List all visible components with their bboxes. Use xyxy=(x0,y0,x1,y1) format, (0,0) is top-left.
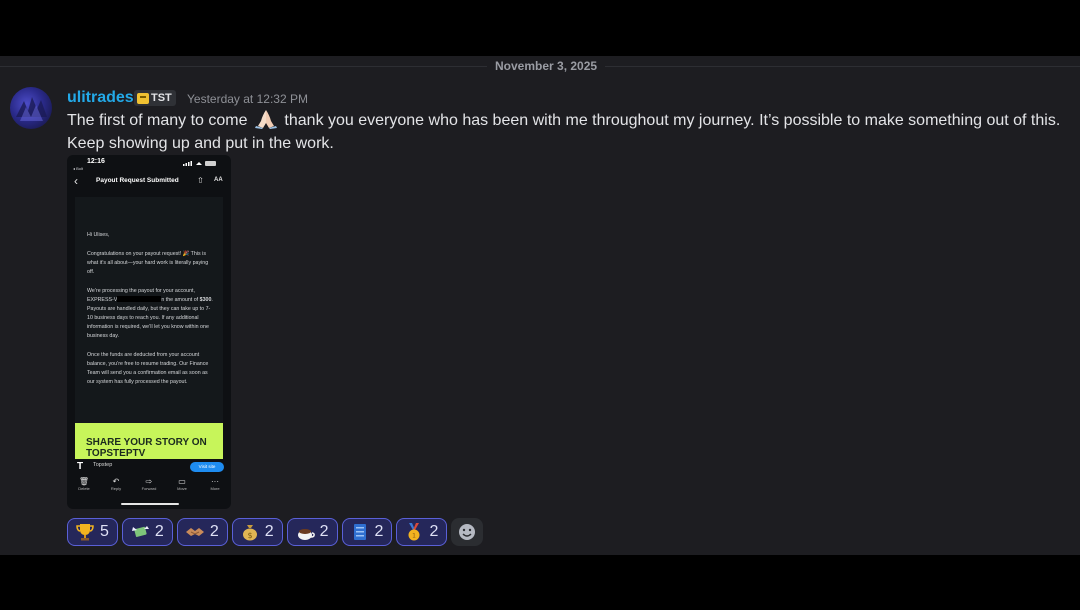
reaction-count: 2 xyxy=(209,523,219,540)
smiley-icon xyxy=(459,524,476,540)
folder-icon: ▭ xyxy=(178,477,186,486)
mail-para3: Once the funds are deducted from your ac… xyxy=(87,352,209,385)
visit-site-button[interactable]: Visit site xyxy=(190,462,224,472)
tag-icon xyxy=(137,92,149,104)
message-content: The first of many to come thank you ever… xyxy=(67,109,1067,155)
sender-name: Topstep xyxy=(93,462,113,468)
reply-tool[interactable]: ↶ Reply xyxy=(103,477,129,492)
reaction-count: 2 xyxy=(429,523,439,540)
back-chevron-icon[interactable]: ‹ xyxy=(74,175,78,187)
reaction-money-with-wings[interactable]: 2 xyxy=(121,518,173,546)
mail-text: Hi Ulises, Congratulations on your payou… xyxy=(87,231,215,397)
delete-label: Delete xyxy=(78,486,90,491)
para2-end: . Payouts are handled daily, but they ca… xyxy=(87,297,213,339)
reaction-blue-book[interactable]: 2 xyxy=(341,518,393,546)
tag-label: TST xyxy=(151,92,172,104)
blue-book-icon xyxy=(353,524,366,540)
reaction-gold-medal[interactable]: 1 2 xyxy=(396,518,448,546)
sender-bar: T Topstep Visit site xyxy=(67,459,231,473)
chat-panel: November 3, 2025 ulitrades TST Yesterday… xyxy=(0,56,1080,555)
reaction-count: 5 xyxy=(100,523,109,540)
status-icons xyxy=(183,161,216,166)
money-with-wings-icon xyxy=(131,526,149,537)
trophy-icon xyxy=(76,524,94,541)
share-icon[interactable]: ⇧ xyxy=(197,176,204,185)
hot-beverage-icon xyxy=(297,529,315,540)
avatar[interactable] xyxy=(10,87,52,129)
reaction-trophy[interactable]: 5 xyxy=(67,518,118,546)
move-tool[interactable]: ▭ Move xyxy=(169,477,195,492)
reply-icon: ↶ xyxy=(112,477,120,486)
delete-tool[interactable]: 🗑 Delete xyxy=(71,477,97,492)
reaction-count: 2 xyxy=(374,523,384,540)
gold-medal-icon: 1 xyxy=(408,523,420,541)
image-attachment[interactable]: 12:16 ◂ Bolt ‹ Payout Request Submitted … xyxy=(67,155,231,509)
redaction-block xyxy=(117,296,162,302)
message-timestamp[interactable]: Yesterday at 12:32 PM xyxy=(187,92,308,106)
mail-toolbar: 🗑 Delete ↶ Reply ⇨ Forward ▭ Move ··· More xyxy=(67,477,231,497)
home-indicator xyxy=(121,503,179,505)
more-label: More xyxy=(210,486,220,491)
reaction-count: 2 xyxy=(264,523,274,540)
username[interactable]: ulitrades xyxy=(67,89,134,107)
server-tag[interactable]: TST xyxy=(134,90,176,106)
promo-banner: SHARE YOUR STORY ON TOPSTEPTV xyxy=(75,423,223,463)
move-label: Move xyxy=(177,486,187,491)
reaction-count: 2 xyxy=(319,523,329,540)
svg-text:1: 1 xyxy=(413,533,417,540)
reaction-money-bag[interactable]: $ 2 xyxy=(231,518,283,546)
add-reaction-button[interactable] xyxy=(451,518,484,546)
status-back-app: ◂ Bolt xyxy=(73,166,84,171)
mail-greeting: Hi Ulises, xyxy=(87,232,110,238)
forward-icon: ⇨ xyxy=(145,477,153,486)
mail-header: ‹ Payout Request Submitted ⇧ AA xyxy=(67,175,231,191)
mail-para1: Congratulations on your payout request! … xyxy=(87,251,209,275)
trash-icon: 🗑 xyxy=(78,477,90,486)
banner-text: SHARE YOUR STORY ON TOPSTEPTV xyxy=(86,437,207,459)
message-text-part1: The first of many to come xyxy=(67,112,248,129)
reaction-handshake[interactable]: 2 xyxy=(176,518,228,546)
money-bag-icon: $ xyxy=(242,525,257,541)
folded-hands-icon xyxy=(254,110,277,129)
mail-para2: We’re processing the payout for your acc… xyxy=(87,287,215,341)
payout-amount: $300 xyxy=(199,297,212,303)
reaction-hot-beverage[interactable]: 2 xyxy=(286,518,338,546)
reactions-bar: 5 2 2 $ 2 2 2 1 2 xyxy=(67,518,484,546)
forward-label: Forward xyxy=(141,486,157,491)
forward-tool[interactable]: ⇨ Forward xyxy=(136,477,162,492)
reaction-count: 2 xyxy=(154,523,164,540)
more-tool[interactable]: ··· More xyxy=(202,477,228,492)
topstep-logo-icon: T xyxy=(77,461,84,472)
mail-title: Payout Request Submitted xyxy=(96,177,179,184)
more-icon: ··· xyxy=(211,477,219,486)
handshake-icon xyxy=(185,528,204,536)
mail-body: Hi Ulises, Congratulations on your payou… xyxy=(75,197,223,463)
para2-mid: n the amount of xyxy=(161,297,199,303)
reply-label: Reply xyxy=(110,486,122,491)
svg-text:$: $ xyxy=(247,531,252,540)
status-time: 12:16 xyxy=(87,158,105,165)
date-divider: November 3, 2025 xyxy=(487,59,606,73)
text-size-icon[interactable]: AA xyxy=(214,177,223,183)
